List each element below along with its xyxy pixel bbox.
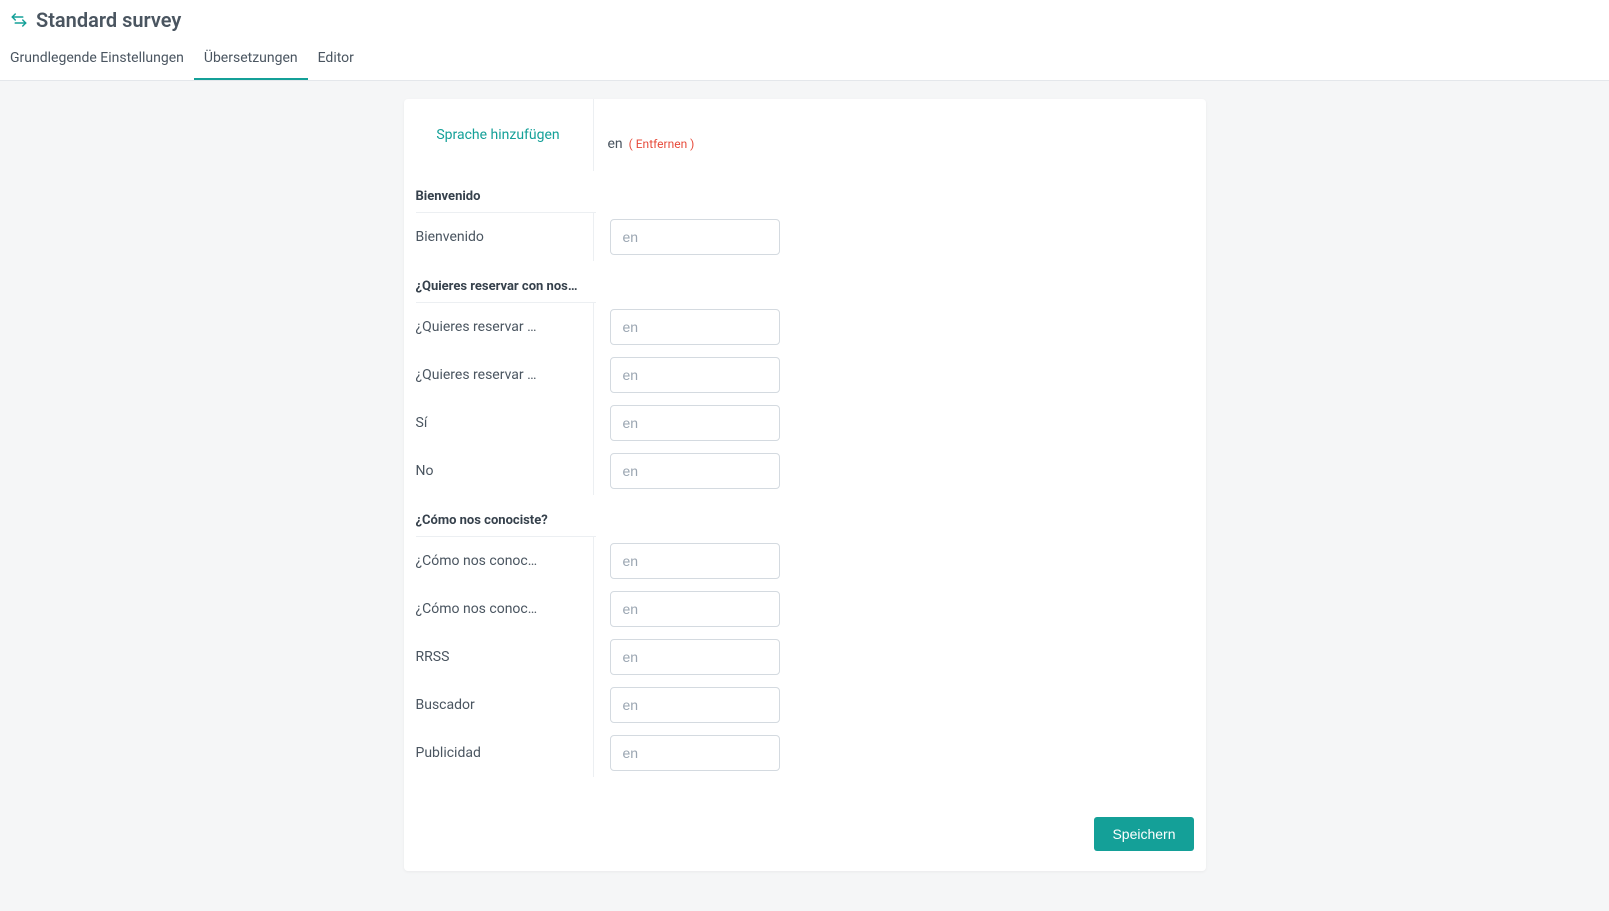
translation-row: RRSS: [416, 633, 1194, 681]
translation-input[interactable]: [610, 453, 780, 489]
row-input-wrap: [594, 735, 780, 771]
row-label: RRSS: [416, 633, 594, 681]
row-label: Bienvenido: [416, 213, 594, 261]
row-label: ¿Quieres reservar …: [416, 351, 594, 399]
row-input-wrap: [594, 453, 780, 489]
row-input-wrap: [594, 219, 780, 255]
section-title: ¿Quieres reservar con nos…: [416, 261, 596, 303]
translation-row: Sí: [416, 399, 1194, 447]
page-header: Standard survey Grundlegende Einstellung…: [0, 0, 1609, 81]
translation-card: Sprache hinzufügen en ( Entfernen ) Bien…: [404, 99, 1206, 871]
language-tab-en[interactable]: en ( Entfernen ): [594, 99, 709, 171]
section-title: Bienvenido: [416, 171, 596, 213]
row-label: Publicidad: [416, 729, 594, 777]
translation-row: Publicidad: [416, 729, 1194, 777]
translation-row: No: [416, 447, 1194, 495]
remove-language-link[interactable]: ( Entfernen ): [629, 137, 695, 151]
section-bienvenido: Bienvenido Bienvenido: [404, 171, 1206, 261]
translation-row: ¿Cómo nos conoc…: [416, 537, 1194, 585]
section-conociste: ¿Cómo nos conociste? ¿Cómo nos conoc… ¿C…: [404, 495, 1206, 777]
row-label: Buscador: [416, 681, 594, 729]
translation-input[interactable]: [610, 591, 780, 627]
translation-input[interactable]: [610, 309, 780, 345]
header-tabs: Grundlegende Einstellungen Übersetzungen…: [0, 36, 1609, 80]
translation-row: ¿Quieres reservar …: [416, 303, 1194, 351]
page-title: Standard survey: [36, 8, 181, 32]
section-reservar: ¿Quieres reservar con nos… ¿Quieres rese…: [404, 261, 1206, 495]
translation-input[interactable]: [610, 735, 780, 771]
content-area: Sprache hinzufügen en ( Entfernen ) Bien…: [0, 81, 1609, 911]
add-language-button[interactable]: Sprache hinzufügen: [404, 99, 594, 171]
translation-input[interactable]: [610, 687, 780, 723]
translation-row: ¿Quieres reservar …: [416, 351, 1194, 399]
section-title: ¿Cómo nos conociste?: [416, 495, 596, 537]
row-label: ¿Cómo nos conoc…: [416, 585, 594, 633]
title-row: Standard survey: [0, 0, 1609, 36]
row-input-wrap: [594, 687, 780, 723]
row-label: No: [416, 447, 594, 495]
translation-input[interactable]: [610, 639, 780, 675]
language-header: Sprache hinzufügen en ( Entfernen ): [404, 99, 1206, 171]
row-input-wrap: [594, 591, 780, 627]
save-button[interactable]: Speichern: [1094, 817, 1193, 851]
row-label: ¿Cómo nos conoc…: [416, 537, 594, 585]
translation-input[interactable]: [610, 357, 780, 393]
row-input-wrap: [594, 543, 780, 579]
tab-editor[interactable]: Editor: [308, 36, 364, 80]
translation-input[interactable]: [610, 405, 780, 441]
language-code: en: [608, 136, 623, 152]
row-input-wrap: [594, 405, 780, 441]
row-input-wrap: [594, 639, 780, 675]
translation-row: Bienvenido: [416, 213, 1194, 261]
tab-basic-settings[interactable]: Grundlegende Einstellungen: [10, 36, 194, 80]
tab-translations[interactable]: Übersetzungen: [194, 36, 308, 80]
row-label: Sí: [416, 399, 594, 447]
row-input-wrap: [594, 357, 780, 393]
translation-input[interactable]: [610, 219, 780, 255]
card-footer: Speichern: [404, 777, 1206, 851]
translation-row: Buscador: [416, 681, 1194, 729]
translation-row: ¿Cómo nos conoc…: [416, 585, 1194, 633]
row-label: ¿Quieres reservar …: [416, 303, 594, 351]
row-input-wrap: [594, 309, 780, 345]
translation-input[interactable]: [610, 543, 780, 579]
swap-icon: [10, 11, 28, 29]
